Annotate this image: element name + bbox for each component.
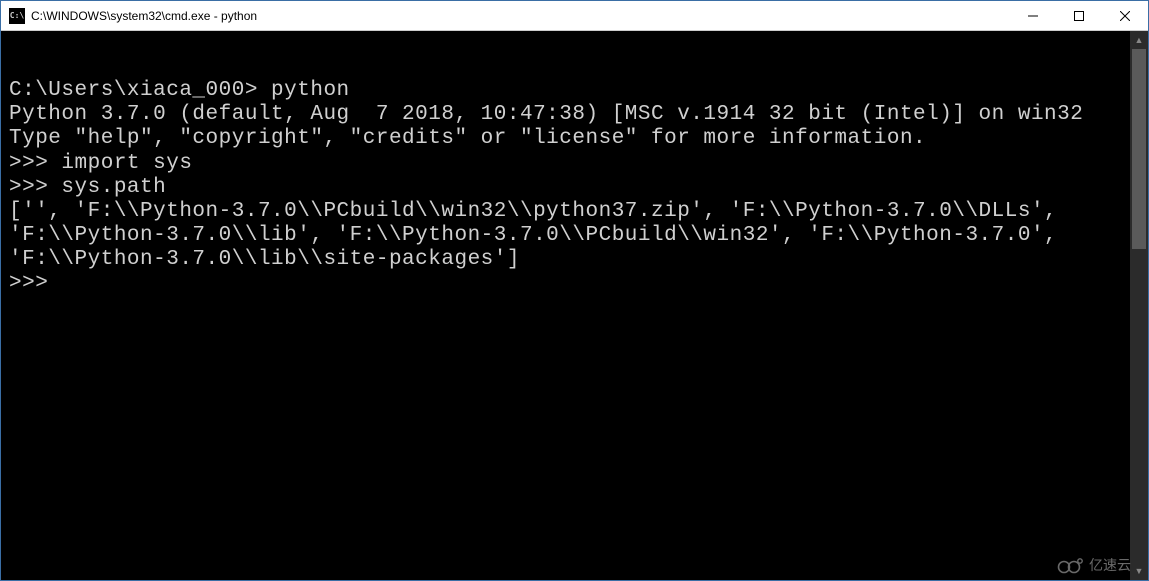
titlebar[interactable]: C:\ C:\WINDOWS\system32\cmd.exe - python: [1, 1, 1148, 31]
window-title: C:\WINDOWS\system32\cmd.exe - python: [31, 9, 1010, 23]
cmd-icon: C:\: [9, 8, 25, 24]
terminal-output: C:\Users\xiaca_000> python Python 3.7.0 …: [9, 55, 1126, 296]
scroll-down-arrow-icon[interactable]: ▼: [1130, 562, 1148, 580]
close-button[interactable]: [1102, 1, 1148, 30]
cmd-window: C:\ C:\WINDOWS\system32\cmd.exe - python…: [0, 0, 1149, 581]
window-controls: [1010, 1, 1148, 30]
terminal-area[interactable]: C:\Users\xiaca_000> python Python 3.7.0 …: [1, 31, 1148, 580]
minimize-button[interactable]: [1010, 1, 1056, 30]
terminal-content[interactable]: C:\Users\xiaca_000> python Python 3.7.0 …: [1, 31, 1130, 580]
vertical-scrollbar[interactable]: ▲ ▼: [1130, 31, 1148, 580]
scrollbar-thumb[interactable]: [1132, 49, 1146, 249]
maximize-button[interactable]: [1056, 1, 1102, 30]
scroll-up-arrow-icon[interactable]: ▲: [1130, 31, 1148, 49]
